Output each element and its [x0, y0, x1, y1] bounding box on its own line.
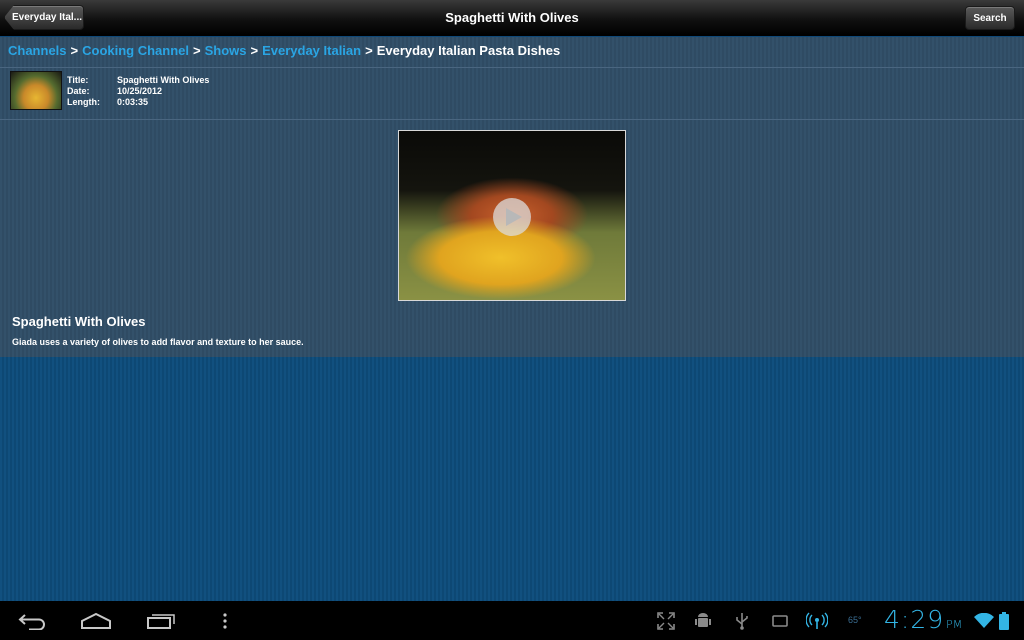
video-thumbnail[interactable] [10, 71, 62, 110]
page-title: Spaghetti With Olives [445, 10, 579, 25]
clock[interactable]: 4:29 PM [884, 605, 962, 635]
battery-icon [996, 611, 1012, 631]
breadcrumb-current: Everyday Italian Pasta Dishes [376, 43, 561, 58]
play-button[interactable] [493, 198, 531, 236]
android-debug-icon [692, 611, 714, 631]
detail-panel: Channels > Cooking Channel > Shows > Everyday … [0, 37, 1024, 357]
breadcrumb-separator: > [70, 43, 79, 58]
hotspot-icon [806, 611, 828, 631]
empty-content-area [0, 357, 1024, 601]
description-text: Giada uses a variety of olives to add fl… [12, 337, 304, 347]
overflow-menu-button[interactable] [207, 609, 243, 633]
home-nav-button[interactable] [78, 609, 114, 633]
back-icon [18, 614, 45, 630]
wifi-icon [973, 611, 995, 631]
breadcrumb-separator: > [365, 43, 373, 58]
meta-title-label: Title: [67, 75, 89, 85]
recent-apps-icon [147, 614, 175, 629]
play-icon [505, 208, 522, 226]
video-metadata: Title: Spaghetti With Olives Date: 10/25/2… [67, 75, 209, 108]
breadcrumb-everyday-italian[interactable]: Everyday Italian [262, 43, 361, 58]
temperature-indicator: 65° [848, 615, 862, 625]
breadcrumb-separator: > [193, 43, 201, 58]
usb-icon [731, 611, 753, 631]
breadcrumb: Channels > Cooking Channel > Shows > Everyday … [8, 43, 560, 63]
breadcrumb-cooking-channel[interactable]: Cooking Channel [82, 43, 189, 58]
breadcrumb-shows[interactable]: Shows [205, 43, 247, 58]
search-button[interactable]: Search [965, 6, 1015, 30]
recent-apps-button[interactable] [143, 609, 179, 633]
back-nav-button[interactable] [14, 609, 50, 633]
fullscreen-icon[interactable] [655, 611, 677, 631]
breadcrumb-channels[interactable]: Channels [8, 43, 67, 58]
screen-rotation-icon [769, 611, 791, 631]
clock-time: 4:29 [884, 605, 945, 634]
title-bar: Everyday Ital... Spaghetti With Olives S… [0, 0, 1024, 36]
meta-date-label: Date: [67, 86, 90, 96]
description-title: Spaghetti With Olives [12, 314, 146, 329]
clock-ampm: PM [946, 618, 963, 631]
meta-length-label: Length: [67, 97, 100, 107]
divider [0, 67, 1024, 68]
meta-length-value: 0:03:35 [117, 97, 149, 107]
breadcrumb-separator: > [250, 43, 259, 58]
meta-title-value: Spaghetti With Olives [117, 75, 210, 85]
system-navigation-bar: 65° 4:29 PM [0, 601, 1024, 640]
divider [0, 119, 1024, 120]
meta-date-value: 10/25/2012 [117, 86, 163, 96]
video-player[interactable] [398, 130, 626, 301]
home-icon [81, 612, 111, 629]
overflow-menu-icon [223, 613, 227, 629]
